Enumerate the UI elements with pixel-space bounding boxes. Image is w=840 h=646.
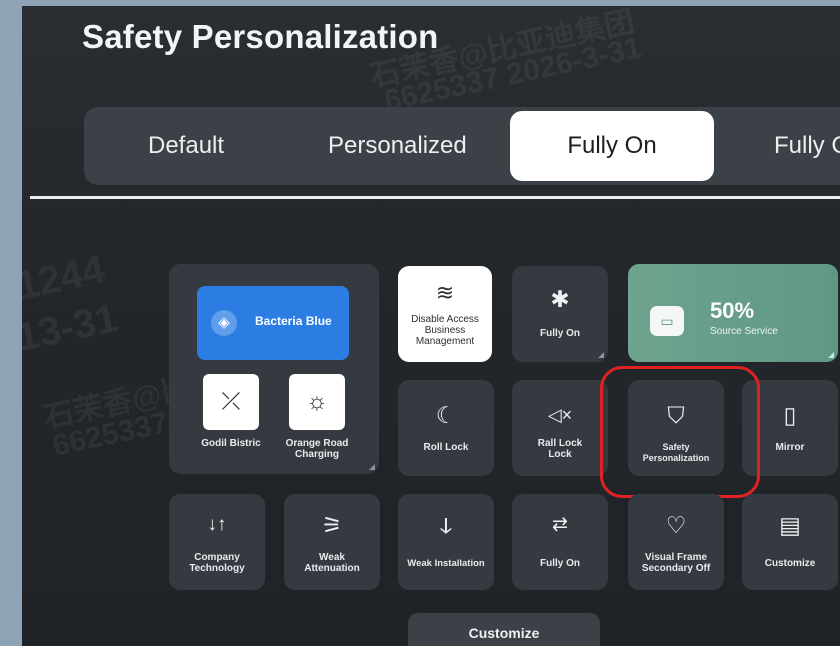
bacteria-blue-label: Bacteria Blue <box>255 314 332 328</box>
seat-adjust-icon: ↆ <box>439 512 453 538</box>
bluetooth-icon: ✱ <box>550 286 570 312</box>
weak-attenuation-label: Weak Attenuation <box>304 552 360 574</box>
moon-icon: ☾ <box>435 402 457 428</box>
page-title: Safety Personalization <box>82 18 439 55</box>
link-icon: ⇄ <box>552 514 568 535</box>
fully-on-label: Fully On <box>540 558 580 569</box>
wifi-icon: ≋ <box>435 280 455 305</box>
swap-icon: ⤫ <box>221 388 241 415</box>
disable-access-label: Disable Access Business Management <box>411 314 479 347</box>
source-service-card[interactable]: ▭ 50% Source Service <box>628 264 838 362</box>
rall-lock-label: Rall Lock Lock <box>537 438 583 460</box>
disable-access-tile[interactable]: ≋ Disable Access Business Management <box>398 266 492 362</box>
bacteria-blue-button[interactable]: ◈ Bacteria Blue <box>197 286 349 360</box>
orange-road-charging-label: Orange Road Charging <box>285 438 349 460</box>
battery-icon: ▭ <box>650 306 684 336</box>
roll-lock-label: Roll Lock <box>423 442 469 453</box>
company-technology-tile[interactable]: ↓↑ Company Technology <box>169 494 265 590</box>
watermark: 1244 <box>22 247 109 309</box>
document-icon: ▤ <box>779 512 801 538</box>
mute-icon: ◁× <box>547 405 573 425</box>
sort-icon: ↓↑ <box>207 514 227 535</box>
godil-bistric-button[interactable]: ⤫ <box>203 374 259 430</box>
tab-fully-off[interactable]: Fully C <box>774 107 840 185</box>
fully-on-tile[interactable]: ⇄ Fully On <box>512 494 608 590</box>
mode-tab-bar: Default Personalized Fully On Fully C <box>84 107 840 185</box>
resize-handle[interactable] <box>828 352 834 358</box>
source-percent: 50% <box>710 298 755 323</box>
resize-handle[interactable] <box>598 352 604 358</box>
resize-handle[interactable] <box>369 464 375 470</box>
sun-icon: ☼ <box>306 388 328 415</box>
roll-lock-tile[interactable]: ☾ Roll Lock <box>398 380 494 476</box>
quick-panel: ◈ Bacteria Blue ⤫ Godil Bistric ☼ Orange… <box>169 264 379 474</box>
company-technology-label: Company Technology <box>189 552 245 574</box>
highlight-box <box>600 366 760 498</box>
orange-road-charging-button[interactable]: ☼ <box>289 374 345 430</box>
godil-bistric-label: Godil Bistric <box>201 438 261 449</box>
rall-lock-tile[interactable]: ◁× Rall Lock Lock <box>512 380 608 476</box>
customize-button[interactable]: Customize <box>408 613 600 646</box>
tab-personalized[interactable]: Personalized <box>328 107 467 185</box>
tab-default[interactable]: Default <box>148 107 224 185</box>
divider <box>30 196 840 199</box>
bluetooth-label: Fully On <box>540 328 580 339</box>
customize-tile-label: Customize <box>764 558 816 569</box>
watermark: 6625337 <box>49 406 171 463</box>
customize-tile[interactable]: ▤ Customize <box>742 494 838 590</box>
visual-frame-tile[interactable]: ♡ Visual Frame Secondary Off <box>628 494 724 590</box>
weak-attenuation-tile[interactable]: ⚞ Weak Attenuation <box>284 494 380 590</box>
seat-icon: ⚞ <box>321 512 343 538</box>
eye-icon: ◈ <box>211 310 237 336</box>
weak-installation-label: Weak Installation <box>407 558 485 569</box>
bluetooth-tile[interactable]: ✱ Fully On <box>512 266 608 362</box>
source-label: Source Service <box>710 326 778 337</box>
tab-fully-on[interactable]: Fully On <box>510 111 714 181</box>
watermark: 13-31 <box>22 295 122 361</box>
heart-frame-icon: ♡ <box>665 512 687 538</box>
weak-installation-tile[interactable]: ↆ Weak Installation <box>398 494 494 590</box>
visual-frame-label: Visual Frame Secondary Off <box>641 552 711 574</box>
screen: 石茉香@比亚迪集团 6625337 2026-3-31 1244 13-31 石… <box>22 6 840 646</box>
